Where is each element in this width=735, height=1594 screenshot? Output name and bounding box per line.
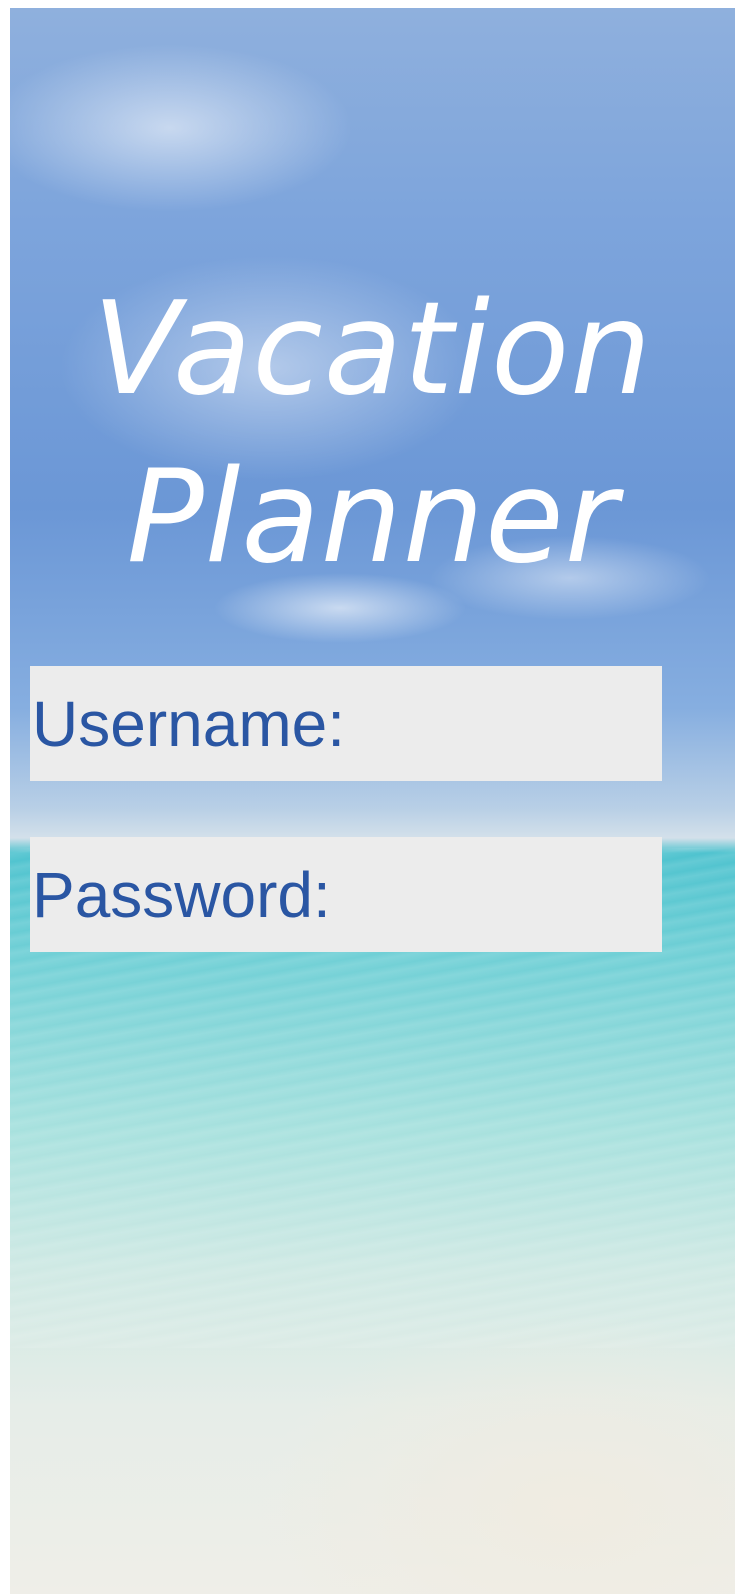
app-title-line-2: Planner xyxy=(126,443,619,592)
password-field[interactable]: Password: xyxy=(30,837,662,952)
app-title: Vacation Planner xyxy=(10,266,735,602)
username-input[interactable] xyxy=(345,666,662,781)
username-label: Username: xyxy=(32,687,345,760)
username-field[interactable]: Username: xyxy=(30,666,662,781)
login-screen: Vacation Planner Username: Password: xyxy=(10,8,735,1594)
app-title-line-1: Vacation xyxy=(92,275,653,424)
password-label: Password: xyxy=(32,858,331,931)
password-input[interactable] xyxy=(330,837,662,952)
